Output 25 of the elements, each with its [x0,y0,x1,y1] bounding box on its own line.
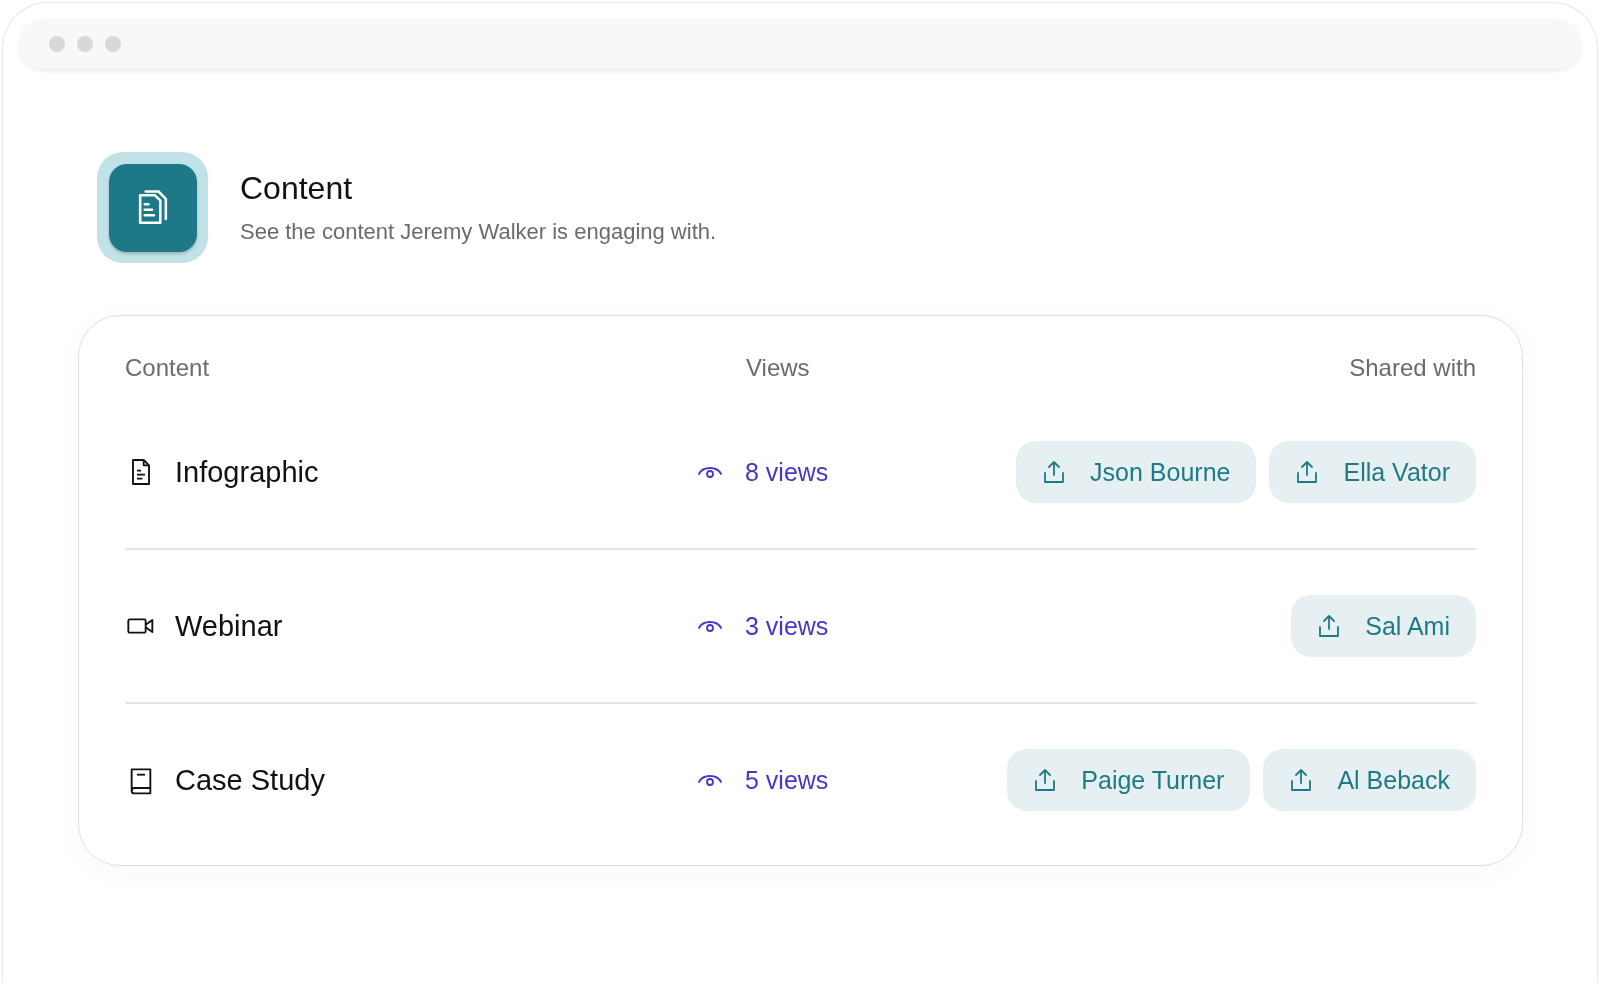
shared-person-chip[interactable]: Sal Ami [1291,595,1476,657]
section-title: Content [240,170,354,207]
content-name: Infographic [175,455,319,489]
content-name: Case Study [175,763,325,797]
view-count: 3 views [745,611,829,641]
shared-person-chip[interactable]: Json Bourne [1016,441,1257,503]
view-count: 8 views [745,457,829,487]
share-icon [1289,767,1314,793]
share-icon [1033,767,1058,793]
column-header: Views [745,354,811,383]
share-icon [1042,459,1067,485]
content-name: Webinar [175,609,283,643]
column-header: Content [125,354,211,383]
window-dot [105,36,121,52]
shared-person-chip[interactable]: Paige Turner [1007,749,1251,811]
window-dot [77,36,93,52]
column-header: Shared with [1348,354,1476,383]
window-dot [49,36,65,52]
shared-person-chip[interactable]: Ella Vator [1269,441,1476,503]
content-icon [97,152,208,263]
section-subtitle: See the content Jeremy Walker is engaging with. [240,219,717,245]
view-count: 5 views [745,765,829,795]
share-icon [1317,613,1342,639]
shared-person-chip[interactable]: Al Beback [1263,749,1476,811]
share-icon [1295,459,1320,485]
